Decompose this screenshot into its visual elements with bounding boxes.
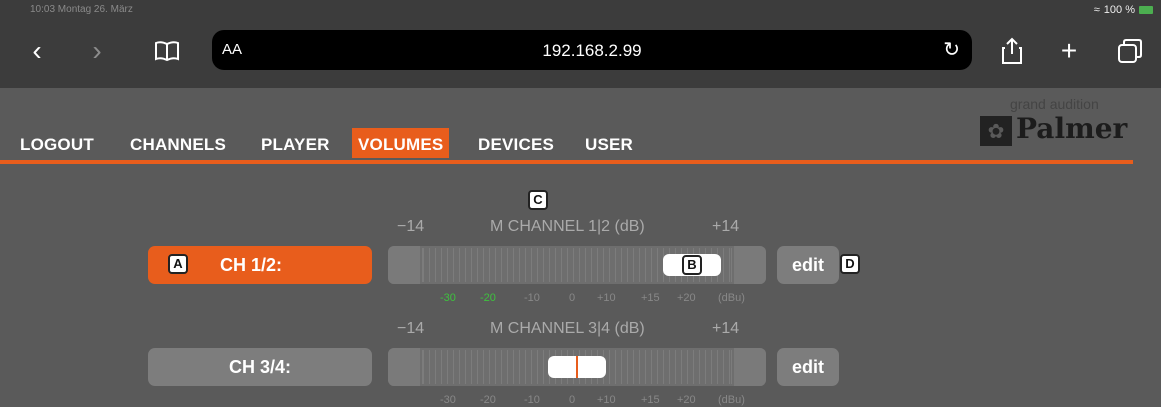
ch3-button[interactable]: CH 3/4: (148, 348, 372, 386)
fader-end-right (734, 348, 766, 386)
browser-toolbar: ‹ › AA 192.168.2.99 ↻ + (0, 20, 1161, 88)
main-nav: LOGOUT CHANNELS PLAYER VOLUMES DEVICES U… (0, 128, 1161, 158)
nav-volumes[interactable]: VOLUMES (352, 128, 450, 158)
ch1-tick: -20 (480, 292, 496, 304)
ch1-tick: -30 (440, 292, 456, 304)
reload-icon[interactable]: ↻ (943, 37, 960, 62)
ch3-tick: -30 (440, 394, 456, 406)
ch1-tick-unit: (dBu) (718, 292, 745, 304)
marker-d: D (840, 254, 860, 274)
nav-channels[interactable]: CHANNELS (130, 128, 226, 158)
ch3-edit-button[interactable]: edit (777, 348, 839, 386)
ch1-tick: +20 (677, 292, 696, 304)
forward-icon[interactable]: › (80, 34, 114, 68)
ch3-fader-knob[interactable] (548, 356, 606, 378)
battery-icon (1139, 6, 1153, 14)
ch1-scale-max: +14 (712, 218, 740, 235)
knob-center-line (576, 356, 578, 378)
share-icon[interactable] (995, 34, 1029, 68)
ch1-tick: 0 (569, 292, 576, 304)
ch1-header: M CHANNEL 1|2 (dB) (490, 218, 645, 235)
nav-devices[interactable]: DEVICES (478, 128, 554, 158)
fader-end-right (734, 246, 766, 284)
ch1-edit-button[interactable]: edit (777, 246, 839, 284)
nav-user[interactable]: USER (585, 128, 633, 158)
fader-end-left (388, 246, 420, 284)
battery-text: 100 % (1103, 4, 1135, 16)
ch1-scale-min: −14 (397, 218, 425, 235)
ch1-tick: -10 (524, 292, 540, 304)
address-bar[interactable]: AA 192.168.2.99 ↻ (212, 30, 972, 70)
fader-end-left (388, 348, 420, 386)
ch3-tick-unit: (dBu) (718, 394, 745, 406)
ch3-scale-min: −14 (397, 320, 425, 337)
wifi-icon: ≈ (1093, 4, 1100, 16)
status-time: 10:03 Montag 26. März (30, 4, 133, 15)
app-page: grand audition ✿ Palmer LOGOUT CHANNELS … (0, 88, 1161, 407)
bookmarks-icon[interactable] (150, 34, 184, 68)
ch1-label: CH 1/2: (220, 255, 283, 275)
tabs-icon[interactable] (1113, 34, 1147, 68)
ch3-tick: +15 (641, 394, 660, 406)
ch3-scale-max: +14 (712, 320, 740, 337)
ch3-tick: -10 (524, 394, 540, 406)
ch1-tick: +15 (641, 292, 660, 304)
new-tab-icon[interactable]: + (1052, 34, 1086, 68)
ch3-header: M CHANNEL 3|4 (dB) (490, 320, 645, 337)
ch1-button[interactable]: A CH 1/2: (148, 246, 372, 284)
url-text[interactable]: 192.168.2.99 (212, 41, 972, 61)
nav-player[interactable]: PLAYER (261, 128, 330, 158)
ch1-fader-knob[interactable]: B (663, 254, 721, 276)
ch3-tick: 0 (569, 394, 576, 406)
back-icon[interactable]: ‹ (20, 34, 54, 68)
status-right: ≈ 100 % (1094, 4, 1153, 16)
status-bar: 10:03 Montag 26. März ≈ 100 % (0, 0, 1161, 20)
marker-a: A (168, 254, 188, 274)
brand-tagline: grand audition (1010, 96, 1099, 112)
marker-b: B (682, 255, 702, 275)
ch3-fader[interactable] (388, 348, 766, 386)
ch3-tick: +10 (597, 394, 616, 406)
marker-c: C (528, 190, 548, 210)
ch1-fader[interactable]: B (388, 246, 766, 284)
ch3-tick: +20 (677, 394, 696, 406)
ch3-tick: -20 (480, 394, 496, 406)
ch1-tick: +10 (597, 292, 616, 304)
nav-logout[interactable]: LOGOUT (20, 128, 94, 158)
nav-divider (0, 160, 1133, 164)
